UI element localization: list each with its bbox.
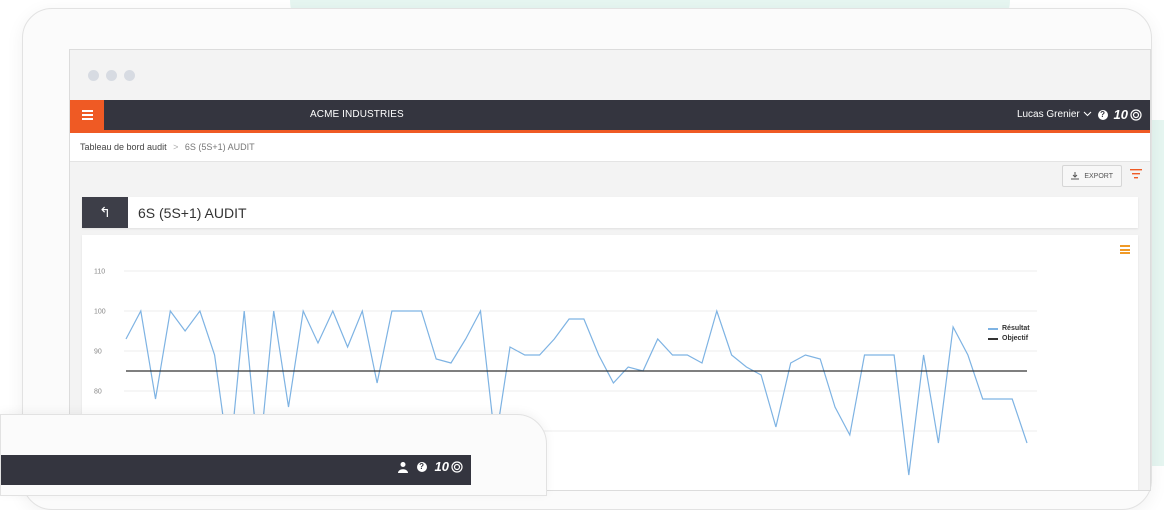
- legend-item-objectif[interactable]: Objectif: [988, 335, 1030, 342]
- chevron-down-icon: [1083, 111, 1091, 117]
- toolbar: EXPORT: [70, 162, 1150, 188]
- filter-icon[interactable]: [1130, 168, 1142, 180]
- mobile-logo: 10: [435, 459, 463, 474]
- user-icon[interactable]: [397, 461, 409, 473]
- legend-label: Objectif: [1002, 335, 1029, 342]
- window-dot: [88, 70, 99, 81]
- breadcrumb-root[interactable]: Tableau de bord audit: [80, 142, 167, 152]
- legend-item-resultat[interactable]: Résultat: [988, 325, 1030, 332]
- mobile-user-area: ? 10: [397, 459, 463, 474]
- page-title: 6S (5S+1) AUDIT: [138, 205, 247, 221]
- export-label: EXPORT: [1084, 172, 1113, 180]
- y-tick-label: 80: [94, 389, 102, 396]
- help-icon[interactable]: ?: [1097, 109, 1108, 120]
- mobile-device-frame: ? 10: [0, 414, 547, 496]
- back-button[interactable]: ↰: [82, 197, 128, 228]
- window-dot: [124, 70, 135, 81]
- y-tick-label: 90: [94, 349, 102, 356]
- logo-swirl-icon: [1130, 108, 1142, 121]
- window-controls: [88, 70, 135, 81]
- legend-label: Résultat: [1002, 325, 1030, 332]
- y-tick-label: 110: [94, 269, 105, 276]
- mobile-logo-text: 10: [434, 459, 449, 474]
- legend-swatch: [988, 337, 998, 340]
- app-logo: 10: [1114, 107, 1142, 122]
- download-icon: [1071, 172, 1080, 180]
- breadcrumb-current: 6S (5S+1) AUDIT: [184, 142, 255, 152]
- user-menu[interactable]: Lucas Grenier: [1017, 109, 1092, 120]
- logo-text: 10: [1113, 107, 1128, 122]
- breadcrumb-separator: >: [173, 142, 179, 152]
- logo-swirl-icon: [451, 460, 463, 473]
- breadcrumb: Tableau de bord audit > 6S (5S+1) AUDIT: [70, 133, 1150, 162]
- legend-swatch: [988, 327, 998, 330]
- user-area: Lucas Grenier ? 10: [1017, 107, 1142, 122]
- user-name: Lucas Grenier: [1016, 109, 1080, 120]
- page-title-bar: ↰ 6S (5S+1) AUDIT: [82, 197, 1138, 228]
- y-tick-label: 100: [94, 309, 106, 316]
- mobile-app-header: ? 10: [1, 455, 471, 485]
- company-name: ACME INDUSTRIES: [310, 109, 404, 120]
- mobile-help-icon[interactable]: ?: [416, 461, 427, 472]
- chart-legend: Résultat Objectif: [988, 325, 1030, 345]
- menu-icon[interactable]: [70, 100, 104, 130]
- export-button[interactable]: EXPORT: [1062, 165, 1122, 187]
- app-header: ACME INDUSTRIES Lucas Grenier ? 10: [70, 100, 1150, 130]
- window-dot: [106, 70, 117, 81]
